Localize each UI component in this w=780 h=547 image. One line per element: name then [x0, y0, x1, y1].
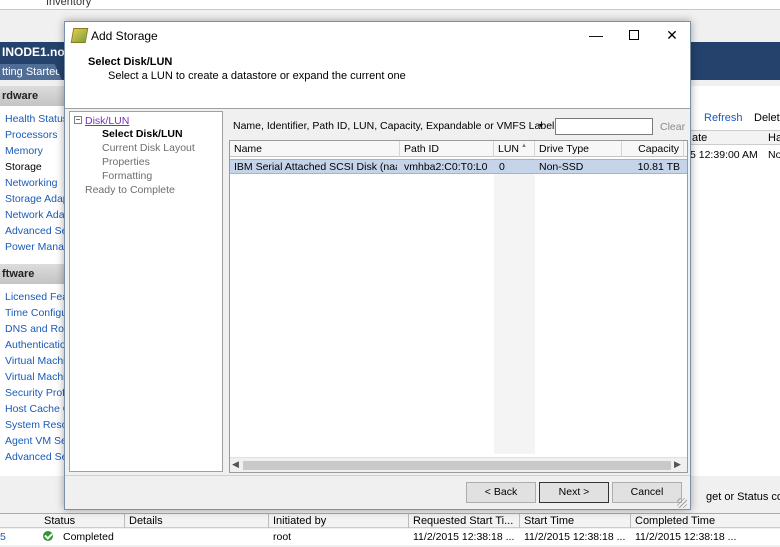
sidebar-item-memory[interactable]: Memory — [5, 145, 43, 157]
delete-link[interactable]: Delet — [754, 112, 780, 124]
cell-capacity: 10.81 TB — [637, 161, 680, 173]
sidebar-item-advanced-settings-sw[interactable]: Advanced Set — [5, 451, 70, 463]
sidebar-item-processors[interactable]: Processors — [5, 129, 58, 141]
sort-ascending-icon: ▲ — [521, 143, 527, 149]
task-column-start-time[interactable]: Start Time — [524, 515, 574, 527]
tab-getting-started[interactable]: tting Started — [0, 64, 62, 80]
close-button[interactable]: ✕ — [653, 22, 691, 48]
task-completed-time: 11/2/2015 12:38:18 ... — [635, 531, 737, 543]
column-date[interactable]: ate — [692, 132, 707, 144]
search-input[interactable] — [555, 118, 653, 135]
completed-check-icon — [43, 531, 53, 541]
task-row-prefix: 5 — [0, 531, 6, 543]
task-start-time: 11/2/2015 12:38:18 ... — [524, 531, 626, 543]
cell-lun: 0 — [499, 161, 505, 173]
column-ha[interactable]: Ha — [768, 132, 780, 144]
task-column-requested-start[interactable]: Requested Start Ti... — [413, 515, 513, 527]
task-status: Completed — [63, 531, 114, 543]
wizard-steps: − Disk/LUN Select Disk/LUN Current Disk … — [69, 111, 223, 472]
sidebar-item-network-adapters[interactable]: Network Adap — [5, 209, 70, 221]
sidebar-item-networking[interactable]: Networking — [5, 177, 58, 189]
software-section-header: ftware — [0, 264, 68, 284]
step-title: Select Disk/LUN — [88, 56, 173, 68]
task-requested-start: 11/2/2015 12:38:18 ... — [413, 531, 515, 543]
inventory-breadcrumb[interactable]: Inventory — [46, 0, 91, 8]
task-column-status[interactable]: Status — [44, 515, 75, 527]
column-path-id[interactable]: Path ID — [400, 141, 494, 157]
datastore-row-ha: No — [768, 149, 780, 161]
dropdown-arrow-icon[interactable]: ▾ — [539, 121, 543, 130]
column-lun[interactable]: LUN ▲ — [494, 141, 535, 157]
scroll-right-icon[interactable]: ▶ — [674, 459, 681, 470]
top-navigation-bar: Inventory — [0, 0, 780, 10]
step-ready-to-complete: Ready to Complete — [85, 184, 175, 196]
cell-path-id: vmhba2:C0:T0:L0 — [404, 161, 488, 173]
horizontal-scrollbar[interactable]: ◀ ▶ — [230, 457, 687, 472]
resize-grip-icon[interactable] — [677, 498, 687, 508]
hardware-section-header: rdware — [0, 86, 68, 106]
task-row[interactable]: 5 Completed root 11/2/2015 12:38:18 ... … — [0, 529, 780, 545]
configuration-sidebar: rdware Health Status Processors Memory S… — [0, 86, 77, 476]
recent-tasks-header: Status Details Initiated by Requested St… — [0, 513, 780, 528]
task-initiated-by: root — [273, 531, 292, 543]
column-name[interactable]: Name — [230, 141, 400, 157]
sidebar-item-storage-adapters[interactable]: Storage Adapt — [5, 193, 72, 205]
dialog-title: Add Storage — [91, 29, 158, 43]
step-disk-lun[interactable]: Disk/LUN — [85, 115, 129, 127]
cell-drive-type: Non-SSD — [539, 161, 584, 173]
add-storage-dialog: Add Storage — ✕ Select Disk/LUN Select a… — [64, 21, 691, 510]
sorted-column-highlight — [494, 158, 535, 454]
tasks-filter-label: get or Status contains: — [706, 491, 780, 503]
cell-name: IBM Serial Attached SCSI Disk (naa.... — [234, 161, 397, 173]
column-drive-type[interactable]: Drive Type — [535, 141, 622, 157]
sidebar-item-storage[interactable]: Storage — [5, 161, 42, 173]
step-formatting: Formatting — [102, 170, 153, 182]
datastore-row-date: 5 12:39:00 AM — [690, 149, 758, 161]
collapse-icon[interactable]: − — [74, 116, 82, 124]
scroll-left-icon[interactable]: ◀ — [232, 459, 239, 470]
datastore-table-header: ate Ha — [690, 130, 780, 145]
table-row[interactable]: IBM Serial Attached SCSI Disk (naa.... v… — [230, 159, 687, 174]
next-button[interactable]: Next > — [539, 482, 609, 503]
step-subtitle: Select a LUN to create a datastore or ex… — [108, 70, 406, 82]
wizard-header: Select Disk/LUN Select a LUN to create a… — [65, 49, 690, 109]
sidebar-item-health-status[interactable]: Health Status — [5, 113, 68, 125]
step-select-disk: Select Disk/LUN — [102, 128, 183, 140]
maximize-icon — [629, 30, 639, 40]
sidebar-item-agent-vm-settings[interactable]: Agent VM Sett — [5, 435, 73, 447]
task-column-details[interactable]: Details — [129, 515, 163, 527]
step-current-disk-layout: Current Disk Layout — [102, 142, 195, 154]
step-properties: Properties — [102, 156, 150, 168]
sidebar-item-power-management[interactable]: Power Manag — [5, 241, 70, 253]
dialog-titlebar[interactable]: Add Storage — ✕ — [65, 22, 690, 49]
add-storage-icon — [70, 28, 89, 43]
scrollbar-thumb[interactable] — [243, 461, 671, 470]
sidebar-item-advanced-settings[interactable]: Advanced Set — [5, 225, 70, 237]
task-column-initiated-by[interactable]: Initiated by — [273, 515, 326, 527]
filter-field-selector[interactable]: Name, Identifier, Path ID, LUN, Capacity… — [233, 120, 571, 132]
task-column-completed-time[interactable]: Completed Time — [635, 515, 715, 527]
sidebar-item-authentication[interactable]: Authentication — [5, 339, 72, 351]
cancel-button[interactable]: Cancel — [612, 482, 682, 503]
maximize-button[interactable] — [615, 22, 653, 48]
footer-divider — [65, 475, 690, 476]
back-button[interactable]: < Back — [466, 482, 536, 503]
column-lun-label: LUN — [498, 143, 520, 155]
lun-table: Name Path ID LUN ▲ Drive Type Capacity IB… — [229, 140, 688, 473]
column-capacity[interactable]: Capacity — [622, 141, 684, 157]
filter-bar: Name, Identifier, Path ID, LUN, Capacity… — [225, 111, 688, 139]
clear-button[interactable]: Clear — [660, 121, 685, 133]
lun-table-header: Name Path ID LUN ▲ Drive Type Capacity — [230, 141, 687, 157]
refresh-link[interactable]: Refresh — [704, 112, 743, 124]
minimize-button[interactable]: — — [577, 22, 615, 48]
